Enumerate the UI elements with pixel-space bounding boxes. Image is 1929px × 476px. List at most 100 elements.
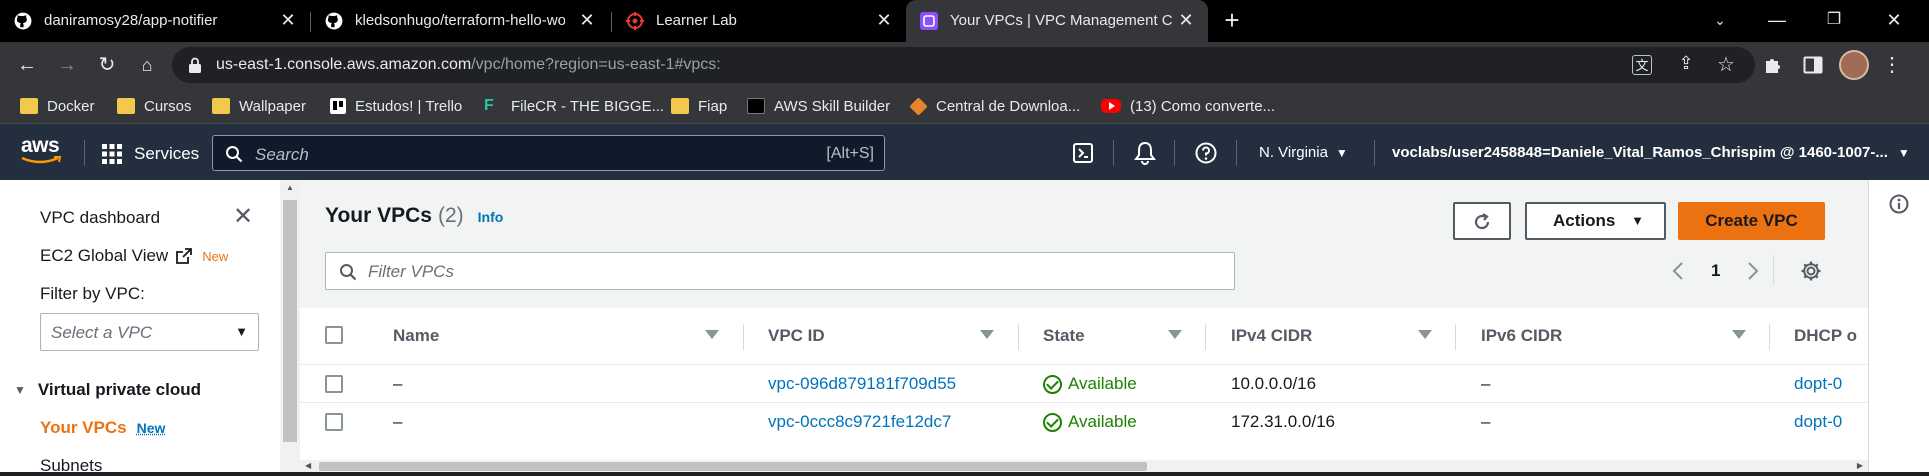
window-close-button[interactable]: ✕ [1882, 8, 1906, 32]
row-checkbox[interactable] [325, 413, 343, 431]
tab-terraform-hello[interactable]: kledsonhugo/terraform-hello-wo ✕ [311, 0, 611, 42]
cell-state: Available [1043, 374, 1137, 394]
services-grid-icon[interactable] [102, 144, 122, 164]
restore-button[interactable]: ❐ [1822, 8, 1846, 32]
create-vpc-button[interactable]: Create VPC [1678, 202, 1825, 240]
scroll-left-arrow-icon[interactable]: ◀ [305, 461, 311, 470]
sidebar-section-virtual-private-cloud[interactable]: ▼ Virtual private cloud [14, 380, 201, 400]
sort-caret-icon[interactable] [1732, 330, 1746, 339]
tab-learner-lab[interactable]: Learner Lab ✕ [612, 0, 906, 42]
current-page-number[interactable]: 1 [1711, 261, 1720, 281]
account-label: voclabs/user2458848=Daniele_Vital_Ramos_… [1392, 144, 1888, 161]
cell-vpc-id-link[interactable]: vpc-096d879181f709d55 [768, 374, 956, 394]
github-icon [14, 12, 32, 30]
column-header-vpc-id[interactable]: VPC ID [768, 308, 825, 364]
table-horizontal-scrollbar[interactable]: ◀ ▶ [300, 460, 1868, 472]
info-circle-icon[interactable] [1889, 194, 1909, 214]
sidebar-item-subnets[interactable]: Subnets [40, 456, 102, 476]
profile-avatar[interactable] [1839, 50, 1869, 80]
minimize-button[interactable]: — [1765, 8, 1789, 32]
column-header-name[interactable]: Name [393, 308, 439, 364]
select-all-checkbox[interactable] [325, 326, 343, 344]
new-badge: New [202, 248, 229, 264]
close-sidebar-icon[interactable]: ✕ [233, 205, 253, 229]
row-checkbox[interactable] [325, 375, 343, 393]
sidebar-item-ec2-global-view[interactable]: EC2 Global View New [40, 246, 228, 266]
caret-down-icon: ▼ [1631, 213, 1644, 228]
cloudshell-icon[interactable] [1073, 143, 1093, 163]
close-tab-icon[interactable]: ✕ [1176, 10, 1196, 30]
filter-by-vpc-select[interactable]: Select a VPC ▼ [40, 313, 259, 351]
table-row[interactable]: – vpc-0ccc8c9721fe12dc7 Available 172.31… [300, 402, 1868, 440]
preferences-gear-icon[interactable] [1800, 260, 1822, 282]
sidebar-item-vpc-dashboard[interactable]: VPC dashboard [40, 208, 160, 228]
close-tab-icon[interactable]: ✕ [278, 10, 298, 30]
table-row[interactable]: – vpc-096d879181f709d55 Available 10.0.0… [300, 364, 1868, 402]
aws-logo[interactable]: aws [20, 134, 64, 164]
tab-search-chevron-icon[interactable]: ⌄ [1708, 8, 1732, 32]
bookmark-docker[interactable]: Docker [20, 96, 95, 116]
column-header-state[interactable]: State [1043, 308, 1085, 364]
bookmark-wallpaper[interactable]: Wallpaper [212, 96, 306, 116]
close-tab-icon[interactable]: ✕ [577, 10, 597, 30]
table-scroll-thumb[interactable] [319, 462, 1147, 471]
column-header-ipv4-cidr[interactable]: IPv4 CIDR [1231, 308, 1312, 364]
info-link[interactable]: Info [478, 209, 504, 225]
forward-button[interactable]: → [53, 51, 81, 79]
tab-title: Your VPCs | VPC Management Co [950, 12, 1172, 29]
next-page-icon[interactable] [1747, 261, 1759, 281]
tab-app-notifier[interactable]: daniramosy28/app-notifier ✕ [0, 0, 310, 42]
sidebar-scroll-thumb[interactable] [283, 200, 297, 442]
region-selector[interactable]: N. Virginia ▼ [1259, 144, 1348, 161]
bookmark-fiap[interactable]: Fiap [671, 96, 727, 116]
column-header-ipv6-cidr[interactable]: IPv6 CIDR [1481, 308, 1562, 364]
bookmark-cursos[interactable]: Cursos [117, 96, 192, 116]
aws-smile-icon [21, 156, 62, 164]
cell-dhcp-link[interactable]: dopt-0 [1794, 374, 1842, 394]
browser-menu-icon[interactable]: ⋮ [1882, 51, 1902, 79]
sidebar-item-your-vpcs[interactable]: Your VPCs New [40, 418, 165, 438]
new-tab-button[interactable]: + [1220, 7, 1244, 33]
column-header-dhcp-options[interactable]: DHCP o [1794, 308, 1857, 364]
help-icon[interactable] [1195, 142, 1217, 164]
bookmark-aws-skill-builder[interactable]: AWS Skill Builder [747, 96, 890, 116]
sort-caret-icon[interactable] [1168, 330, 1182, 339]
cell-state: Available [1043, 412, 1137, 432]
refresh-button[interactable] [1453, 202, 1511, 240]
sort-caret-icon[interactable] [705, 330, 719, 339]
translate-icon[interactable]: 文 [1632, 55, 1652, 75]
services-menu-button[interactable]: Services [134, 144, 199, 164]
extensions-puzzle-icon[interactable] [1763, 55, 1783, 75]
notifications-bell-icon[interactable] [1134, 141, 1156, 165]
tab-your-vpcs[interactable]: Your VPCs | VPC Management Co ✕ [906, 0, 1208, 42]
new-badge: New [136, 420, 166, 436]
actions-button[interactable]: Actions ▼ [1525, 202, 1666, 240]
nav-divider [1236, 140, 1237, 166]
cell-vpc-id-link[interactable]: vpc-0ccc8c9721fe12dc7 [768, 412, 951, 432]
available-check-icon [1043, 374, 1062, 394]
previous-page-icon[interactable] [1672, 261, 1684, 281]
bookmark-trello[interactable]: Estudos! | Trello [330, 96, 462, 116]
bookmark-filecr[interactable]: F FileCR - THE BIGGE... [484, 96, 664, 116]
account-menu[interactable]: voclabs/user2458848=Daniele_Vital_Ramos_… [1392, 144, 1910, 161]
sort-caret-icon[interactable] [980, 330, 994, 339]
scroll-up-arrow-icon[interactable]: ▲ [286, 183, 294, 192]
bookmark-central-downloads[interactable]: Central de Downloa... [909, 96, 1080, 116]
bookmark-star-icon[interactable]: ☆ [1715, 52, 1737, 76]
bookmark-youtube[interactable]: (13) Como converte... [1101, 96, 1275, 116]
search-shortcut: [Alt+S] [826, 145, 874, 162]
scroll-right-arrow-icon[interactable]: ▶ [1857, 461, 1863, 470]
sort-caret-icon[interactable] [1418, 330, 1432, 339]
filter-vpcs-input[interactable]: Filter VPCs [325, 252, 1235, 290]
sidebar-scrollbar[interactable]: ▲ [280, 180, 300, 472]
reload-button[interactable]: ↻ [93, 51, 121, 79]
share-icon[interactable]: ⇪ [1675, 53, 1697, 75]
box-icon [909, 96, 928, 116]
side-panel-icon[interactable] [1803, 55, 1823, 75]
cell-dhcp-link[interactable]: dopt-0 [1794, 412, 1842, 432]
address-bar[interactable]: us-east-1.console.aws.amazon.com/vpc/hom… [172, 47, 1755, 83]
back-button[interactable]: ← [13, 51, 41, 79]
close-tab-icon[interactable]: ✕ [874, 10, 894, 30]
aws-search-input[interactable]: Search [Alt+S] [212, 135, 885, 171]
home-button[interactable]: ⌂ [133, 51, 161, 79]
